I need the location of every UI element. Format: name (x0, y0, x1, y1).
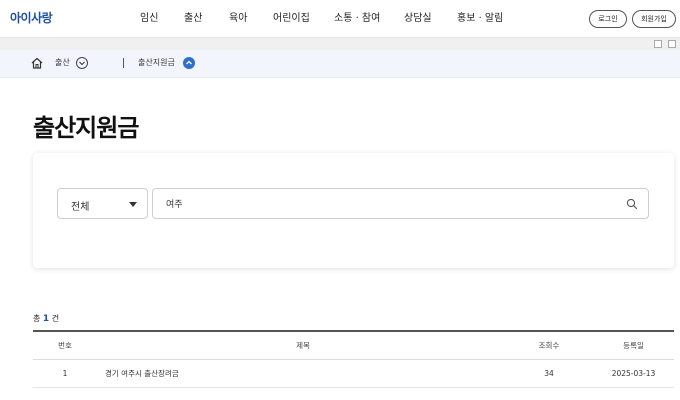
table-header: 번호 제목 조회수 등록일 (33, 332, 674, 360)
breadcrumb-level2[interactable]: 출산지원금 (138, 57, 175, 68)
page-title: 출산지원금 (33, 114, 139, 142)
row-title-link[interactable]: 경기 여주시 출산장려금 (105, 360, 505, 388)
site-header: 아이사랑 임신 출산 육아 어린이집 소통 · 참여 상담실 홍보 · 알림 로… (0, 0, 680, 38)
nav-item-community[interactable]: 소통 · 참여 (334, 0, 380, 38)
column-header-views: 조회수 (538, 341, 560, 350)
column-header-date: 등록일 (623, 341, 644, 350)
login-button[interactable]: 로그인 (589, 10, 627, 28)
search-field (152, 188, 649, 219)
row-no: 1 (62, 369, 68, 378)
chevron-up-icon[interactable] (183, 57, 195, 69)
breadcrumb-level1[interactable]: 출산 (55, 57, 70, 68)
window-control (654, 40, 662, 48)
result-count-prefix: 총 (33, 314, 41, 323)
search-input[interactable] (153, 189, 613, 218)
column-header-no: 번호 (58, 341, 72, 350)
search-icon[interactable] (626, 198, 638, 210)
caret-down-icon (129, 202, 137, 207)
result-table: 번호 제목 조회수 등록일 1 경기 여주시 출산장려금 34 2025-03-… (33, 330, 674, 388)
window-control (668, 40, 676, 48)
home-icon[interactable] (30, 56, 44, 70)
search-panel: 전체 (33, 153, 674, 268)
category-select-value: 전체 (71, 202, 90, 213)
nav-item-daycare[interactable]: 어린이집 (273, 0, 310, 38)
result-count: 총 1 건 (33, 313, 59, 324)
nav-item-notice[interactable]: 홍보 · 알림 (457, 0, 503, 38)
table-row[interactable]: 1 경기 여주시 출산장려금 34 2025-03-13 (33, 360, 674, 388)
nav-item-birth[interactable]: 출산 (184, 0, 202, 38)
breadcrumb-divider (123, 58, 124, 68)
nav-item-counseling[interactable]: 상담실 (404, 0, 432, 38)
nav-item-pregnancy[interactable]: 임신 (140, 0, 158, 38)
nav-item-childcare[interactable]: 육아 (229, 0, 247, 38)
result-count-number: 1 (42, 314, 50, 324)
site-logo[interactable]: 아이사랑 (10, 9, 53, 26)
result-count-suffix: 건 (51, 314, 60, 323)
row-date: 2025-03-13 (611, 369, 656, 378)
header-shadow-strip (0, 38, 680, 50)
chevron-down-icon[interactable] (76, 57, 88, 69)
signup-button[interactable]: 회원가입 (632, 10, 676, 28)
breadcrumb: 출산 출산지원금 (0, 50, 680, 78)
row-views: 34 (544, 369, 554, 378)
column-header-title: 제목 (296, 341, 310, 350)
category-select[interactable]: 전체 (57, 188, 148, 219)
